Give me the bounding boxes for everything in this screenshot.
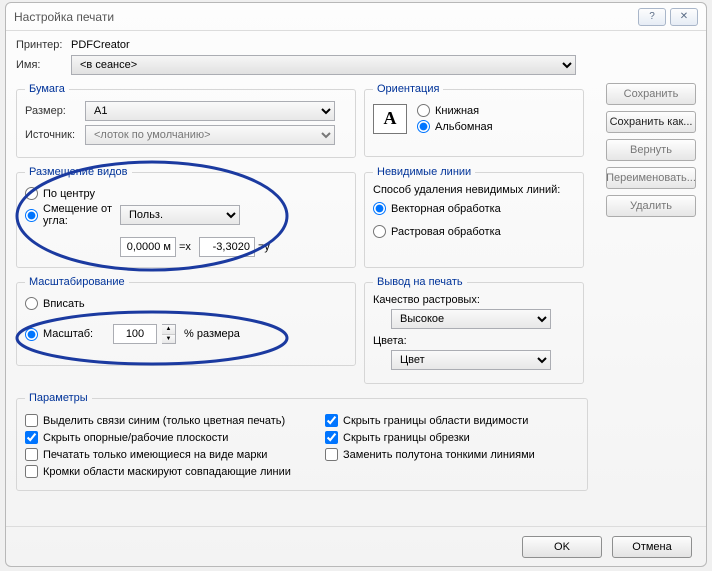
save-button[interactable]: Сохранить: [606, 83, 696, 105]
printer-label: Принтер:: [16, 39, 71, 51]
size-label: Размер:: [25, 105, 85, 117]
paper-size-select[interactable]: A1: [85, 101, 335, 121]
offset-preset-select[interactable]: Польз.: [120, 205, 240, 225]
opt-highlight-links[interactable]: Выделить связи синим (только цветная печ…: [25, 414, 325, 427]
spin-down-icon: ▼: [162, 335, 175, 344]
zoom-value-input[interactable]: [113, 324, 157, 344]
dialog-footer: OK Отмена: [6, 526, 706, 566]
color-label: Цвета:: [373, 335, 575, 347]
orientation-group: Ориентация A Книжная Альбомная: [364, 83, 584, 157]
opt-replace-halftone[interactable]: Заменить полутона тонкими линиями: [325, 448, 535, 461]
orientation-icon: A: [373, 104, 407, 134]
zoom-suffix: % размера: [184, 328, 240, 340]
hidden-legend: Невидимые линии: [373, 166, 475, 178]
raster-q-label: Качество растровых:: [373, 294, 575, 306]
orientation-legend: Ориентация: [373, 83, 443, 95]
offset-x-input[interactable]: [120, 237, 176, 257]
x-suffix: =x: [179, 241, 191, 253]
center-radio[interactable]: По центру: [25, 187, 347, 200]
placement-group: Размещение видов По центру Смещение от у…: [16, 166, 356, 268]
print-setup-dialog: Настройка печати ? ✕ Принтер: PDFCreator…: [5, 2, 707, 567]
paper-legend: Бумага: [25, 83, 69, 95]
options-legend: Параметры: [25, 392, 92, 404]
opt-hide-scope-boxes[interactable]: Скрыть границы области видимости: [325, 414, 535, 427]
spin-up-icon: ▲: [162, 325, 175, 335]
paper-group: Бумага Размер: A1 Источник: <лоток по ум…: [16, 83, 356, 158]
titlebar: Настройка печати ? ✕: [6, 3, 706, 31]
offset-y-input[interactable]: [199, 237, 255, 257]
revert-button[interactable]: Вернуть: [606, 139, 696, 161]
hidden-method-label: Способ удаления невидимых линий:: [373, 184, 575, 196]
name-select[interactable]: <в сеансе>: [71, 55, 576, 75]
opt-mask-edges[interactable]: Кромки области маскируют совпадающие лин…: [25, 465, 325, 478]
fit-radio[interactable]: Вписать: [25, 297, 347, 310]
cancel-button[interactable]: Отмена: [612, 536, 692, 558]
raster-radio[interactable]: Растровая обработка: [373, 225, 575, 238]
close-button[interactable]: ✕: [670, 8, 698, 26]
color-select[interactable]: Цвет: [391, 350, 551, 370]
rename-button[interactable]: Переименовать...: [606, 167, 696, 189]
zoom-legend: Масштабирование: [25, 276, 129, 288]
appearance-group: Вывод на печать Качество растровых: Высо…: [364, 276, 584, 384]
ok-button[interactable]: OK: [522, 536, 602, 558]
raster-quality-select[interactable]: Высокое: [391, 309, 551, 329]
appearance-legend: Вывод на печать: [373, 276, 467, 288]
right-buttons: Сохранить Сохранить как... Вернуть Переи…: [606, 83, 696, 223]
printer-value: PDFCreator: [71, 39, 130, 51]
zoom-spinner[interactable]: ▲▼: [162, 324, 176, 344]
opt-print-tags[interactable]: Печатать только имеющиеся на виде марки: [25, 448, 325, 461]
source-label: Источник:: [25, 129, 85, 141]
save-as-button[interactable]: Сохранить как...: [606, 111, 696, 133]
delete-button[interactable]: Удалить: [606, 195, 696, 217]
vector-radio[interactable]: Векторная обработка: [373, 202, 575, 215]
name-label: Имя:: [16, 59, 71, 71]
opt-hide-crop[interactable]: Скрыть границы обрезки: [325, 431, 535, 444]
options-group: Параметры Выделить связи синим (только ц…: [16, 392, 588, 491]
opt-hide-workplanes[interactable]: Скрыть опорные/рабочие плоскости: [25, 431, 325, 444]
y-suffix: =y: [258, 241, 270, 253]
zoom-group: Масштабирование Вписать Масштаб: ▲▼ % ра…: [16, 276, 356, 366]
landscape-radio[interactable]: Альбомная: [417, 120, 493, 133]
dialog-title: Настройка печати: [14, 10, 634, 24]
placement-legend: Размещение видов: [25, 166, 132, 178]
portrait-radio[interactable]: Книжная: [417, 104, 493, 117]
paper-source-select[interactable]: <лоток по умолчанию>: [85, 125, 335, 145]
help-button[interactable]: ?: [638, 8, 666, 26]
zoom-radio[interactable]: Масштаб: ▲▼ % размера: [25, 324, 347, 344]
offset-radio[interactable]: Смещение от угла: Польз.: [25, 203, 347, 227]
hidden-lines-group: Невидимые линии Способ удаления невидимы…: [364, 166, 584, 268]
